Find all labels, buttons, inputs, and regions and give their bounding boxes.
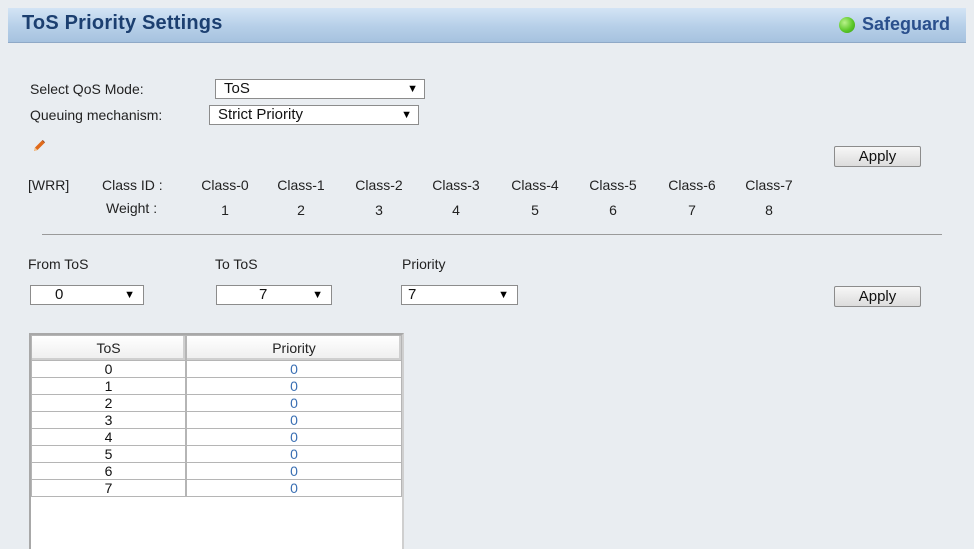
chevron-down-icon: ▼ (124, 289, 135, 301)
queuing-mechanism-value: Strict Priority (218, 106, 304, 123)
table-body: 0 0 1 0 2 0 3 0 4 0 5 0 6 0 7 0 (31, 361, 402, 497)
tos-cell: 2 (31, 395, 186, 412)
priority-label: Priority (402, 256, 446, 272)
priority-cell: 0 (186, 446, 402, 463)
weight-value: 5 (531, 202, 539, 218)
weight-value: 2 (297, 202, 305, 218)
table-header: ToS Priority (31, 335, 402, 361)
class-label: Class-2 (355, 177, 403, 193)
weight-label: Weight : (106, 200, 158, 216)
from-tos-value: 0 (55, 286, 64, 303)
weight-value: 7 (688, 202, 696, 218)
tos-cell: 1 (31, 378, 186, 395)
tos-priority-page: ToS Priority Settings Safeguard Select Q… (0, 0, 974, 549)
qos-mode-label: Select QoS Mode: (30, 81, 144, 97)
priority-cell: 0 (186, 361, 402, 378)
page-header: ToS Priority Settings Safeguard (8, 8, 966, 43)
class-label: Class-3 (432, 177, 480, 193)
qos-mode-select[interactable]: ToS ▼ (215, 79, 425, 99)
table-row: 1 0 (31, 378, 402, 395)
safeguard-status-icon (838, 16, 855, 33)
chevron-down-icon: ▼ (498, 289, 509, 301)
tos-cell: 0 (31, 361, 186, 378)
wrr-tag: [WRR] (28, 177, 70, 193)
chevron-down-icon: ▼ (401, 109, 412, 121)
class-label: Class-7 (745, 177, 793, 193)
priority-cell: 0 (186, 429, 402, 446)
safeguard-label: Safeguard (861, 14, 950, 34)
priority-cell: 0 (186, 463, 402, 480)
priority-select[interactable]: 7 ▼ (401, 285, 518, 305)
priority-cell: 0 (186, 395, 402, 412)
class-id-label: Class ID : (102, 177, 163, 193)
table-row: 5 0 (31, 446, 402, 463)
weight-value: 6 (609, 202, 617, 218)
table-row: 6 0 (31, 463, 402, 480)
table-row: 7 0 (31, 480, 402, 497)
tos-cell: 5 (31, 446, 186, 463)
settings-panel: Select QoS Mode: ToS ▼ Queuing mechanism… (8, 43, 966, 549)
weight-value: 1 (221, 202, 229, 218)
priority-value: 7 (408, 286, 417, 303)
table-row: 2 0 (31, 395, 402, 412)
priority-cell: 0 (186, 480, 402, 497)
class-label: Class-4 (511, 177, 559, 193)
table-row: 4 0 (31, 429, 402, 446)
tos-cell: 7 (31, 480, 186, 497)
page-title: ToS Priority Settings (22, 12, 223, 34)
pencil-icon (34, 140, 45, 151)
section-divider (42, 234, 942, 235)
class-label: Class-6 (668, 177, 716, 193)
apply-range-button[interactable]: Apply (834, 286, 921, 307)
qos-mode-value: ToS (224, 80, 250, 97)
chevron-down-icon: ▼ (407, 83, 418, 95)
chevron-down-icon: ▼ (312, 289, 323, 301)
to-tos-label: To ToS (215, 256, 258, 272)
to-tos-select[interactable]: 7 ▼ (216, 285, 332, 305)
class-label: Class-5 (589, 177, 637, 193)
weight-value: 4 (452, 202, 460, 218)
from-tos-label: From ToS (28, 256, 89, 272)
apply-qos-button[interactable]: Apply (834, 146, 921, 167)
tos-cell: 3 (31, 412, 186, 429)
class-label: Class-0 (201, 177, 249, 193)
from-tos-select[interactable]: 0 ▼ (30, 285, 144, 305)
queuing-mechanism-label: Queuing mechanism: (30, 107, 163, 123)
table-row: 3 0 (31, 412, 402, 429)
priority-cell: 0 (186, 412, 402, 429)
to-tos-value: 7 (259, 286, 268, 303)
table-row: 0 0 (31, 361, 402, 378)
column-header-tos: ToS (31, 335, 186, 361)
column-header-priority: Priority (186, 335, 402, 361)
weight-value: 3 (375, 202, 383, 218)
weight-value: 8 (765, 202, 773, 218)
tos-cell: 4 (31, 429, 186, 446)
tos-cell: 6 (31, 463, 186, 480)
tos-priority-table: ToS Priority 0 0 1 0 2 0 3 0 4 0 5 0 6 0… (29, 333, 404, 549)
class-label: Class-1 (277, 177, 325, 193)
queuing-mechanism-select[interactable]: Strict Priority ▼ (209, 105, 419, 125)
priority-cell: 0 (186, 378, 402, 395)
safeguard-indicator: Safeguard (838, 14, 950, 35)
